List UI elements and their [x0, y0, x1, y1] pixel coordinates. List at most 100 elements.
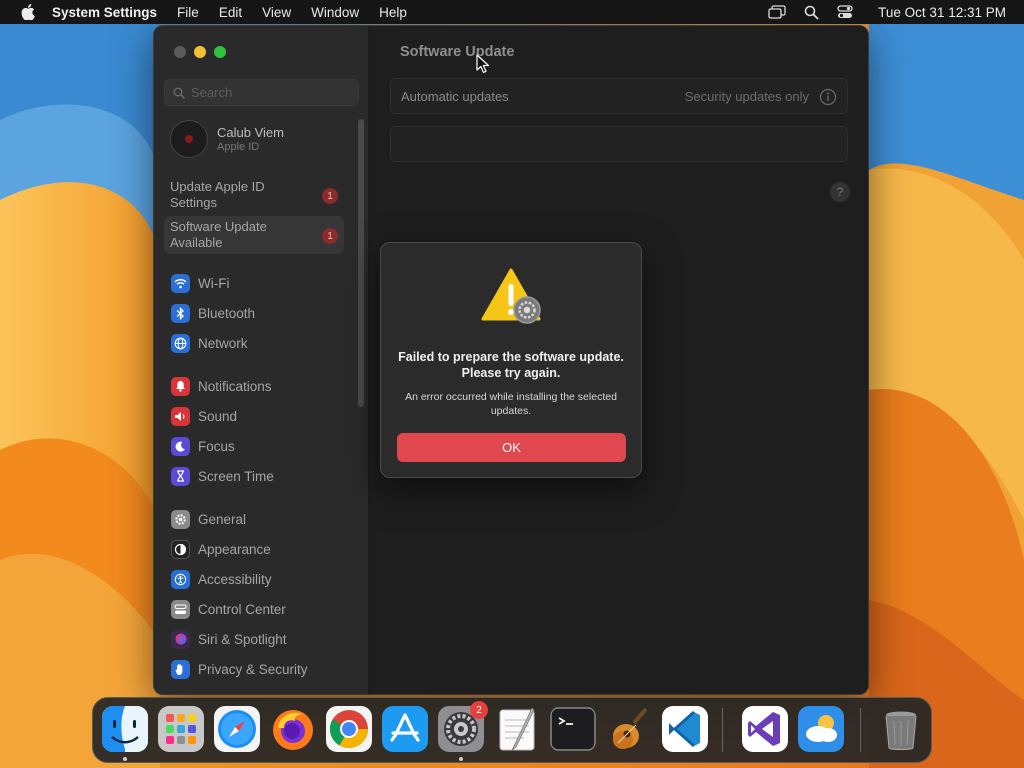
accessibility-icon: [171, 569, 190, 589]
notice-badge: 1: [322, 188, 338, 204]
notice-label: Software Update Available: [170, 219, 267, 250]
screen-mirroring-icon[interactable]: [768, 3, 786, 21]
dock-safari-icon[interactable]: [214, 706, 260, 752]
running-indicator: [123, 757, 127, 761]
sidebar-item-label: Accessibility: [198, 571, 272, 587]
sidebar-item-focus[interactable]: Focus: [171, 435, 235, 457]
sidebar-item-network[interactable]: Network: [171, 332, 248, 354]
sidebar-notice-apple-id[interactable]: Update Apple ID Settings 1: [164, 176, 344, 214]
dock-garageband-icon[interactable]: [606, 706, 652, 752]
ok-button[interactable]: OK: [397, 433, 626, 462]
dock-launchpad-icon[interactable]: [158, 706, 204, 752]
sidebar-item-label: Siri & Spotlight: [198, 631, 287, 647]
moon-icon: [171, 436, 190, 456]
sidebar-item-label: Focus: [198, 438, 235, 454]
globe-icon: [171, 333, 190, 353]
profile-subtitle: Apple ID: [217, 141, 260, 153]
dock-finder-icon[interactable]: [102, 706, 148, 752]
menu-view[interactable]: View: [262, 5, 291, 20]
sidebar-item-general[interactable]: General: [171, 508, 246, 530]
automatic-updates-label: Automatic updates: [401, 89, 509, 104]
sidebar-item-label: Network: [198, 335, 248, 351]
sidebar-item-label: Control Center: [198, 601, 286, 617]
automatic-updates-row[interactable]: Automatic updates Security updates only: [390, 78, 848, 114]
apple-menu-icon[interactable]: [18, 2, 38, 22]
dock-separator: [722, 708, 723, 752]
sidebar-item-sound[interactable]: Sound: [171, 405, 237, 427]
info-icon[interactable]: [819, 88, 837, 106]
sidebar-item-wifi[interactable]: Wi-Fi: [171, 272, 229, 294]
dialog-title: Failed to prepare the software update. P…: [398, 350, 624, 380]
close-window-button[interactable]: [174, 46, 186, 58]
minimize-window-button[interactable]: [194, 46, 206, 58]
sidebar-item-privacy-security[interactable]: Privacy & Security: [171, 658, 308, 680]
sidebar: Calub Viem Apple ID Update Apple ID Sett…: [154, 26, 369, 694]
dock-terminal-icon[interactable]: [550, 706, 596, 752]
control-center-icon: [171, 599, 190, 619]
dock-app-store-icon[interactable]: [382, 706, 428, 752]
menu-window[interactable]: Window: [311, 5, 359, 20]
sidebar-item-bluetooth[interactable]: Bluetooth: [171, 302, 255, 324]
running-indicator: [459, 757, 463, 761]
sidebar-item-label: General: [198, 511, 247, 527]
sidebar-item-label: Wi-Fi: [198, 275, 230, 291]
control-center-icon[interactable]: [836, 3, 854, 21]
search-input[interactable]: [191, 85, 351, 100]
sidebar-item-label: Privacy & Security: [198, 661, 308, 677]
window-controls: [174, 46, 226, 58]
menu-clock[interactable]: Tue Oct 31 12:31 PM: [878, 5, 1006, 20]
dock-textedit-icon[interactable]: [494, 706, 540, 752]
sidebar-item-label: Bluetooth: [198, 305, 256, 321]
sidebar-notice-software-update[interactable]: Software Update Available 1: [164, 216, 344, 254]
menu-app-name[interactable]: System Settings: [52, 5, 157, 20]
search-icon: [173, 87, 185, 99]
notice-badge: 1: [322, 228, 338, 244]
sidebar-item-siri-spotlight[interactable]: Siri & Spotlight: [171, 628, 287, 650]
sidebar-item-accessibility[interactable]: Accessibility: [171, 568, 272, 590]
profile-name: Calub Viem: [217, 125, 284, 140]
page-title: Software Update: [400, 44, 515, 60]
appearance-icon: [171, 539, 190, 559]
update-status-box: [390, 126, 848, 162]
gear-icon: [171, 509, 190, 529]
sidebar-search[interactable]: [164, 79, 359, 106]
dock-firefox-icon[interactable]: [270, 706, 316, 752]
mouse-cursor: [476, 54, 490, 74]
dock-visual-studio-icon[interactable]: [742, 706, 788, 752]
hand-icon: [171, 659, 190, 679]
menu-file[interactable]: File: [177, 5, 199, 20]
dock-trash-icon[interactable]: [878, 706, 924, 752]
dock-vscode-icon[interactable]: [662, 706, 708, 752]
speaker-icon: [171, 406, 190, 426]
system-settings-badge: 2: [470, 701, 488, 719]
error-dialog: Failed to prepare the software update. P…: [380, 242, 642, 478]
sidebar-scrollbar[interactable]: [358, 119, 364, 407]
sidebar-item-control-center[interactable]: Control Center: [171, 598, 286, 620]
dock-separator: [860, 708, 861, 752]
avatar: [170, 120, 208, 158]
dock-weather-icon[interactable]: [798, 706, 844, 752]
sidebar-item-label: Screen Time: [198, 468, 274, 484]
sidebar-item-screen-time[interactable]: Screen Time: [171, 465, 274, 487]
dialog-message: An error occurred while installing the s…: [405, 391, 617, 417]
dock: 2: [92, 697, 932, 763]
siri-icon: [171, 629, 190, 649]
sidebar-item-label: Notifications: [198, 378, 272, 394]
wifi-icon: [171, 273, 190, 293]
sidebar-item-label: Appearance: [198, 541, 271, 557]
warning-icon: [481, 268, 541, 324]
menu-bar: System Settings File Edit View Window He…: [0, 0, 1024, 24]
sidebar-item-appearance[interactable]: Appearance: [171, 538, 271, 560]
zoom-window-button[interactable]: [214, 46, 226, 58]
apple-id-profile[interactable]: Calub Viem Apple ID: [170, 120, 284, 158]
menu-help[interactable]: Help: [379, 5, 407, 20]
spotlight-search-icon[interactable]: [802, 3, 820, 21]
dock-chrome-icon[interactable]: [326, 706, 372, 752]
help-button[interactable]: ?: [830, 182, 850, 202]
bell-icon: [171, 376, 190, 396]
sidebar-item-notifications[interactable]: Notifications: [171, 375, 272, 397]
menu-edit[interactable]: Edit: [219, 5, 242, 20]
automatic-updates-value: Security updates only: [684, 89, 809, 104]
hourglass-icon: [171, 466, 190, 486]
bluetooth-icon: [171, 303, 190, 323]
